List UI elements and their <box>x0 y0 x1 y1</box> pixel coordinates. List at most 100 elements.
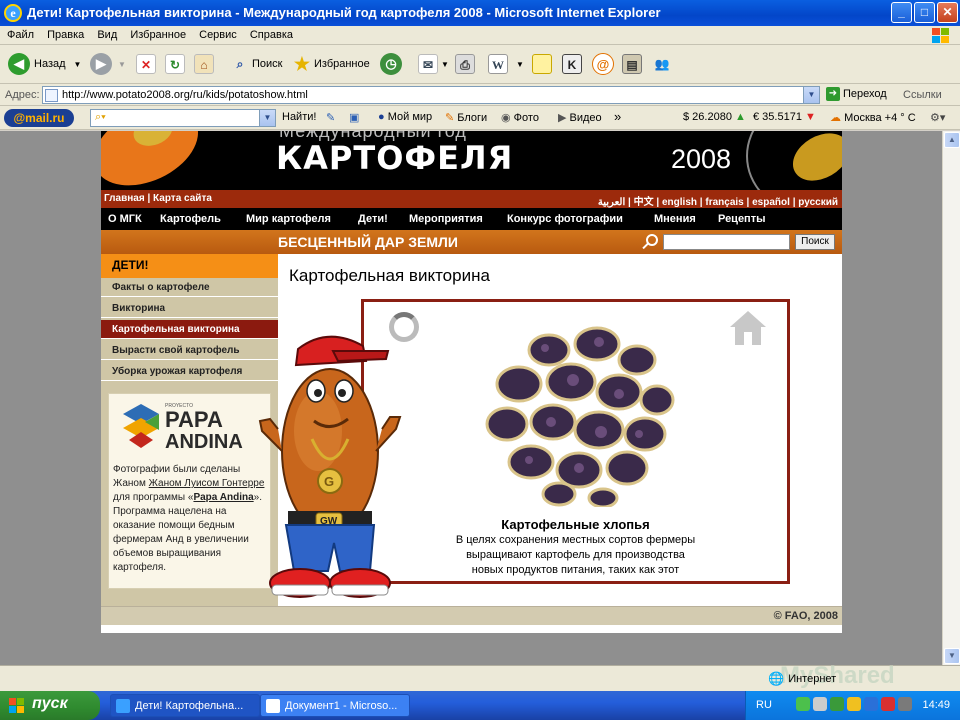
tray-at-icon[interactable] <box>847 697 861 711</box>
address-field[interactable]: ▼ <box>42 86 820 104</box>
star-icon: ★ <box>293 54 311 74</box>
photo-link[interactable]: ◉ Фото <box>501 111 539 124</box>
mailru-search-dropdown-icon[interactable]: ▼ <box>259 110 275 126</box>
history-button[interactable]: ◷ <box>380 51 402 77</box>
tray-shield-icon[interactable] <box>830 697 844 711</box>
word-task-icon <box>266 699 280 713</box>
input-language[interactable]: RU <box>756 699 772 711</box>
research-button[interactable]: ▤ <box>622 51 642 77</box>
home-icon[interactable] <box>728 308 768 348</box>
menu-help[interactable]: Справка <box>245 26 298 44</box>
usd-rate[interactable]: $ 26.2080 ▲ <box>683 111 746 123</box>
mail-button[interactable]: ✉ ▼ <box>418 51 449 77</box>
lang-arabic[interactable]: العربية <box>598 197 625 208</box>
sidebar-item-quiz[interactable]: Викторина <box>101 299 278 318</box>
nav-potato[interactable]: Картофель <box>160 213 221 225</box>
nav-recipes[interactable]: Рецепты <box>718 213 766 225</box>
go-button[interactable]: ➜ Переход <box>826 87 887 101</box>
start-button[interactable]: пуск <box>0 691 100 720</box>
maximize-button[interactable]: □ <box>914 2 935 23</box>
tray-network-icon[interactable] <box>796 697 810 711</box>
papa-andina-logo[interactable]: PROYECTO PAPA ANDINA <box>119 400 269 452</box>
discuss-button[interactable] <box>532 51 552 77</box>
url-input[interactable] <box>62 88 802 102</box>
my-world-link[interactable]: ● Мой мир <box>378 111 432 123</box>
back-dropdown-icon[interactable]: ▼ <box>74 60 82 69</box>
tools-icon[interactable]: ⚙▾ <box>930 111 945 124</box>
forward-button[interactable]: ▶ ▼ <box>90 51 126 77</box>
tray-antivirus-icon[interactable] <box>881 697 895 711</box>
menu-view[interactable]: Вид <box>92 26 122 44</box>
tray-speaker-icon[interactable] <box>813 697 827 711</box>
my-world-icon: ● <box>378 111 385 123</box>
eur-rate[interactable]: € 35.5171 ▼ <box>753 111 816 123</box>
lang-chinese[interactable]: 中文 <box>634 197 654 208</box>
menu-edit[interactable]: Правка <box>42 26 89 44</box>
security-zone[interactable]: 🌐 Интернет <box>768 671 836 687</box>
close-button[interactable]: ✕ <box>937 2 958 23</box>
k-button[interactable]: K <box>562 51 582 77</box>
back-button[interactable]: ◀ Назад ▼ <box>8 51 81 77</box>
task-ie-window[interactable]: Дети! Картофельна... <box>110 694 260 717</box>
nav-photo-contest[interactable]: Конкурс фотографии <box>507 213 623 225</box>
forward-dropdown-icon[interactable]: ▼ <box>118 60 126 69</box>
mailru-find-button[interactable]: Найти! <box>282 111 316 123</box>
task-word-document[interactable]: Документ1 - Microso... <box>260 694 410 717</box>
sitemap-link[interactable]: Карта сайта <box>153 193 212 204</box>
more-chevron-icon[interactable]: » <box>614 109 621 124</box>
menu-file[interactable]: Файл <box>2 26 39 44</box>
menu-tools[interactable]: Сервис <box>194 26 242 44</box>
credit-author-link[interactable]: Жаном Луисом Гонтерре <box>149 478 265 489</box>
blogs-link[interactable]: ✎ Блоги <box>445 111 487 124</box>
magnifier-doc-icon[interactable]: ▣ <box>349 111 359 124</box>
minimize-button[interactable]: _ <box>891 2 912 23</box>
lang-spanish[interactable]: español <box>752 197 790 208</box>
history-icon: ◷ <box>380 53 402 75</box>
lang-french[interactable]: français <box>705 197 743 208</box>
nav-potato-world[interactable]: Мир картофеля <box>246 213 331 225</box>
lang-russian[interactable]: русский <box>798 197 838 208</box>
site-search-button[interactable]: Поиск <box>795 234 835 250</box>
sidebar-item-facts[interactable]: Факты о картофеле <box>101 278 278 297</box>
mailru-logo[interactable]: @mail.ru <box>4 109 74 127</box>
site-search-input[interactable] <box>663 234 790 250</box>
address-label: Адрес: <box>5 89 40 101</box>
menu-bar: Файл Правка Вид Избранное Сервис Справка <box>0 26 960 45</box>
scroll-down-icon[interactable]: ▼ <box>944 648 960 664</box>
sidebar-item-potato-quiz[interactable]: Картофельная викторина <box>101 320 278 339</box>
print-button[interactable]: ⎙ <box>455 51 475 77</box>
messenger-button[interactable]: 👥 <box>652 51 672 77</box>
edit-button[interactable]: W ▼ <box>488 51 524 77</box>
weather-widget[interactable]: ☁ Москва +4 ° C <box>830 111 916 124</box>
edit-dropdown-icon[interactable]: ▼ <box>516 60 524 69</box>
lang-english[interactable]: english <box>662 197 697 208</box>
credit-program-link[interactable]: Papa Andina <box>193 492 253 503</box>
menu-favorites[interactable]: Избранное <box>125 26 191 44</box>
address-dropdown-icon[interactable]: ▼ <box>803 87 819 103</box>
refresh-button[interactable]: ↻ <box>165 51 185 77</box>
mail-dropdown-icon[interactable]: ▼ <box>441 60 449 69</box>
nav-events[interactable]: Мероприятия <box>409 213 483 225</box>
search-button[interactable]: ⌕ Поиск <box>230 51 283 77</box>
nav-kids[interactable]: Дети! <box>358 213 388 225</box>
sidebar-item-grow[interactable]: Вырасти свой картофель <box>101 341 278 360</box>
links-button[interactable]: Ссылки <box>903 89 942 101</box>
blogs-icon: ✎ <box>445 112 455 124</box>
mailru-search-field[interactable]: ⌕▾ ▼ <box>90 109 276 127</box>
pencil-icon[interactable]: ✎ <box>326 111 335 124</box>
at-button[interactable]: @ <box>592 51 614 77</box>
tray-misc-icon[interactable] <box>898 697 912 711</box>
scroll-up-icon[interactable]: ▲ <box>944 132 960 148</box>
home-link[interactable]: Главная <box>104 193 145 204</box>
nav-opinions[interactable]: Мнения <box>654 213 696 225</box>
home-button[interactable]: ⌂ <box>194 51 214 77</box>
vertical-scrollbar[interactable]: ▲ ▼ <box>942 131 960 665</box>
sidebar-item-harvest[interactable]: Уборка урожая картофеля <box>101 362 278 381</box>
favorites-button[interactable]: ★ Избранное <box>292 51 370 77</box>
video-link[interactable]: ▶ Видео <box>558 111 602 124</box>
nav-about[interactable]: О МГК <box>108 213 142 225</box>
site-banner: Международный год КАРТОФЕЛЯ 2008 <box>101 131 842 190</box>
stop-button[interactable]: ✕ <box>136 51 156 77</box>
tray-app-icon[interactable] <box>864 697 878 711</box>
at-icon: @ <box>592 53 614 75</box>
